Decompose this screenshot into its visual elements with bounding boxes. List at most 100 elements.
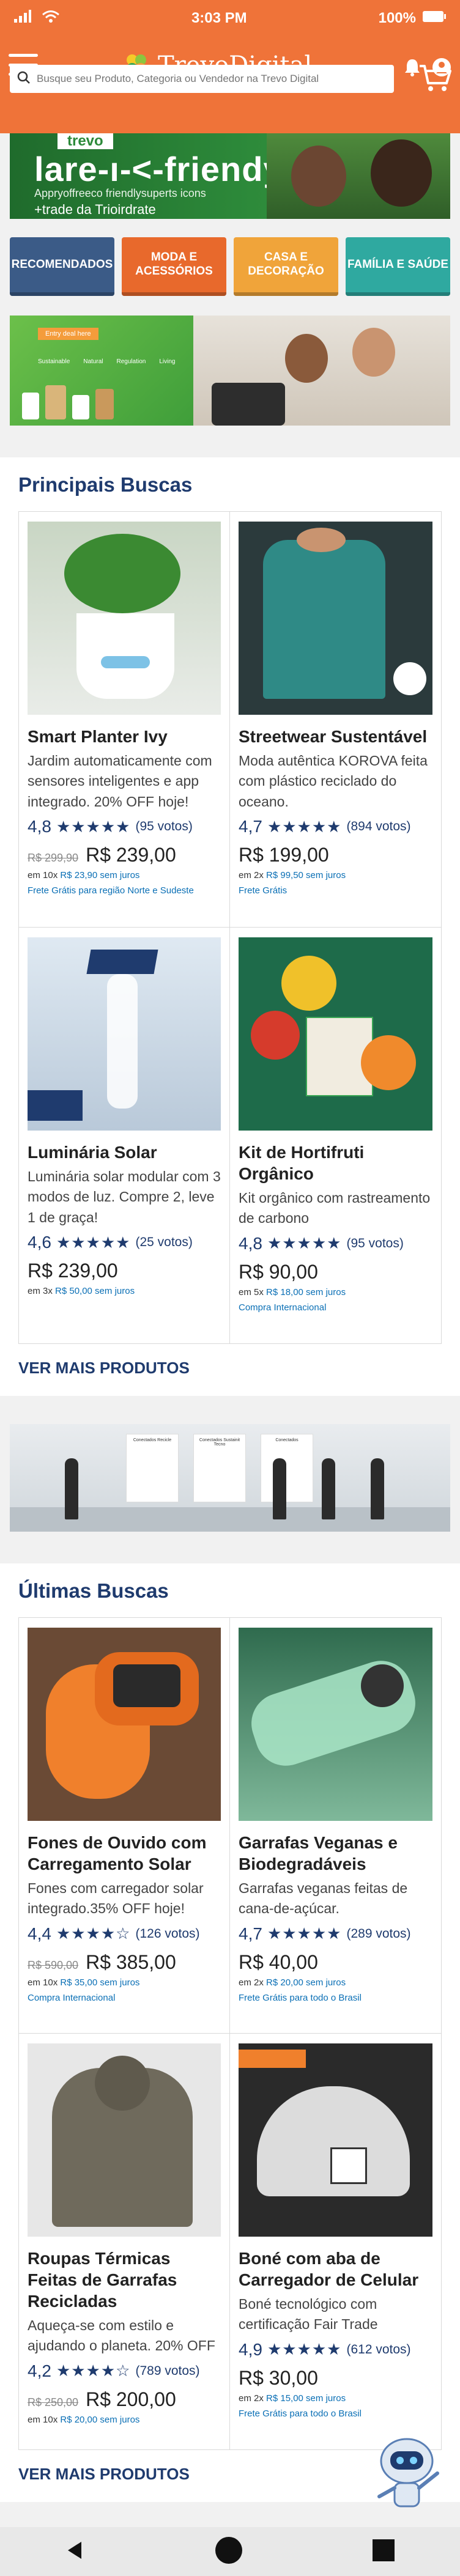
recent-apps-icon[interactable] <box>371 2538 396 2566</box>
old-price: R$ 250,00 <box>28 2396 79 2408</box>
showroom-panel: Conectados Recicle <box>126 1434 179 1502</box>
app-screen: 3:03 PM 100% TrevoDigital <box>0 0 460 2576</box>
product-rating: 4,2 ★★★★☆ (789 votos) <box>28 2361 221 2381</box>
product-image-thermal-hoodie <box>28 2043 221 2237</box>
promo-nav-item: Living <box>159 358 176 365</box>
installments: em 10x R$ 35,00 sem juros <box>28 1977 140 1988</box>
people-on-sofa-image <box>193 316 450 426</box>
old-price: R$ 299,90 <box>28 852 79 865</box>
price: R$ 40,00 <box>239 1950 318 1973</box>
battery-icon <box>422 10 447 28</box>
product-title: Smart Planter Ivy <box>28 727 168 746</box>
promo-nav: Sustainable Natural Regulation Living <box>38 358 175 365</box>
shipping-info: Compra Internacional <box>28 1992 116 2003</box>
installments: em 10x R$ 20,00 sem juros <box>28 2414 140 2425</box>
category-fashion[interactable]: MODA E ACESSÓRIOS <box>122 237 226 296</box>
price: R$ 200,00 <box>86 2388 176 2410</box>
shipping-info: Frete Grátis para todo o Brasil <box>239 2408 362 2419</box>
product-description: Luminária solar modular com 3 modos de l… <box>28 1168 221 1225</box>
installments: em 10x R$ 23,90 sem juros <box>28 870 140 881</box>
product-card[interactable]: Smart Planter Ivy Jardim automaticamente… <box>19 512 230 928</box>
promo-nav-item: Sustainable <box>38 358 70 365</box>
category-family-health[interactable]: FAMÍLIA E SAÚDE <box>346 237 450 296</box>
product-title: Garrafas Veganas e Biodegradáveis <box>239 1833 398 1873</box>
shopping-cart-icon[interactable] <box>418 64 451 96</box>
person-figure <box>65 1458 78 1519</box>
price: R$ 199,00 <box>239 844 329 866</box>
product-card[interactable]: Streetwear Sustentável Moda autêntica KO… <box>230 512 441 928</box>
promo-pill: Entry deal here <box>38 328 98 340</box>
promo-nav-item: Regulation <box>116 358 146 365</box>
person-figure <box>371 1458 384 1519</box>
product-image-organic-kit <box>239 937 432 1131</box>
battery-level: 100% <box>378 10 416 26</box>
product-title: Fones de Ouvido com Carregamento Solar <box>28 1833 207 1873</box>
rating-stars: ★★★★★ <box>56 817 131 836</box>
product-rating: 4,7 ★★★★★ (289 votos) <box>239 1924 432 1944</box>
product-card[interactable]: Fones de Ouvido com Carregamento Solar F… <box>19 1618 230 2034</box>
product-rating: 4,6 ★★★★★ (25 votos) <box>28 1233 221 1252</box>
product-description: Kit orgânico com rastreamento de carbono <box>239 1190 431 1227</box>
product-card[interactable]: Kit de Hortifruti Orgânico Kit orgânico … <box>230 928 441 1343</box>
category-recommended[interactable]: RECOMENDADOS <box>10 237 114 296</box>
header-extension <box>0 109 460 133</box>
rating-value: 4,9 <box>239 2339 262 2359</box>
signal-icon <box>13 9 32 28</box>
product-card[interactable]: Luminária Solar Luminária solar modular … <box>19 928 230 1343</box>
product-description: Aqueça-se com estilo e ajudando o planet… <box>28 2317 215 2354</box>
rating-stars: ★★★★★ <box>56 1233 131 1252</box>
rating-stars: ★★★★★ <box>267 1924 342 1943</box>
assistant-robot-icon[interactable] <box>367 2424 447 2516</box>
clock: 3:03 PM <box>191 10 247 26</box>
system-navigation-bar <box>0 2527 460 2576</box>
top-searches-section: Principais Buscas Smart Planter Ivy Jard… <box>0 457 460 1396</box>
rating-value: 4,7 <box>239 1924 262 1943</box>
price: R$ 239,00 <box>28 1260 118 1282</box>
category-row: RECOMENDADOS MODA E ACESSÓRIOS CASA E DE… <box>0 237 460 296</box>
installments: em 5x R$ 18,00 sem juros <box>239 1286 346 1297</box>
hero-headline: lare-ı-<-friendy <box>34 150 283 188</box>
installments: em 2x R$ 99,50 sem juros <box>239 870 346 881</box>
search-icon <box>17 71 31 87</box>
product-title: Kit de Hortifruti Orgânico <box>239 1143 365 1183</box>
showroom-panel: Conectados <box>261 1434 313 1502</box>
rating-stars: ★★★★★ <box>267 2340 342 2359</box>
product-image-solar-lamp <box>28 937 221 1131</box>
product-image-smart-planter <box>28 522 221 715</box>
see-more-products-link[interactable]: VER MAIS PRODUTOS <box>0 1359 460 1378</box>
product-card[interactable]: Roupas Térmicas Feitas de Garrafas Recic… <box>19 2034 230 2449</box>
product-card[interactable]: Garrafas Veganas e Biodegradáveis Garraf… <box>230 1618 441 2034</box>
rating-stars: ★★★★★ <box>267 817 342 836</box>
product-description: Garrafas veganas feitas de cana-de-açúca… <box>239 1880 408 1917</box>
product-rating: 4,9 ★★★★★ (612 votos) <box>239 2340 432 2360</box>
product-title: Roupas Térmicas Feitas de Garrafas Recic… <box>28 2249 177 2311</box>
product-description: Moda autêntica KOROVA feita com plástico… <box>239 753 428 810</box>
product-image-streetwear <box>239 522 432 715</box>
price: R$ 239,00 <box>86 844 176 866</box>
category-home[interactable]: CASA E DECORAÇÃO <box>234 237 338 296</box>
back-icon[interactable] <box>64 2539 86 2564</box>
search-bar[interactable] <box>10 65 394 93</box>
shipping-info: Frete Grátis para região Norte e Sudeste <box>28 885 194 896</box>
product-card[interactable]: Boné com aba de Carregador de Celular Bo… <box>230 2034 441 2449</box>
hero-banner[interactable]: trevo lare-ı-<-friendy Appryoffreeco fri… <box>10 133 450 219</box>
person-figure <box>273 1458 286 1519</box>
rating-votes: (289 votos) <box>346 1926 411 1941</box>
home-icon[interactable] <box>215 2536 243 2567</box>
rating-value: 4,8 <box>28 817 51 836</box>
hero-tag: trevo <box>58 133 113 149</box>
promo-nav-item: Natural <box>83 358 103 365</box>
rating-votes: (612 votos) <box>346 2342 411 2356</box>
product-rating: 4,7 ★★★★★ (894 votos) <box>239 817 432 836</box>
search-input[interactable] <box>37 73 387 85</box>
rating-stars: ★★★★☆ <box>56 1924 131 1943</box>
rating-stars: ★★★★☆ <box>56 2361 131 2380</box>
showroom-panel: Conectados Sustainit Tecno <box>193 1434 246 1502</box>
product-title: Luminária Solar <box>28 1143 157 1162</box>
product-rating: 4,8 ★★★★★ (95 votos) <box>28 817 221 836</box>
product-description: Jardim automaticamente com sensores inte… <box>28 753 212 810</box>
product-grid: Fones de Ouvido com Carregamento Solar F… <box>18 1617 442 2450</box>
rating-value: 4,6 <box>28 1233 51 1252</box>
promo-banner[interactable]: Entry deal here Sustainable Natural Regu… <box>10 316 450 426</box>
showroom-banner[interactable]: Conectados Recicle Conectados Sustainit … <box>10 1424 450 1532</box>
